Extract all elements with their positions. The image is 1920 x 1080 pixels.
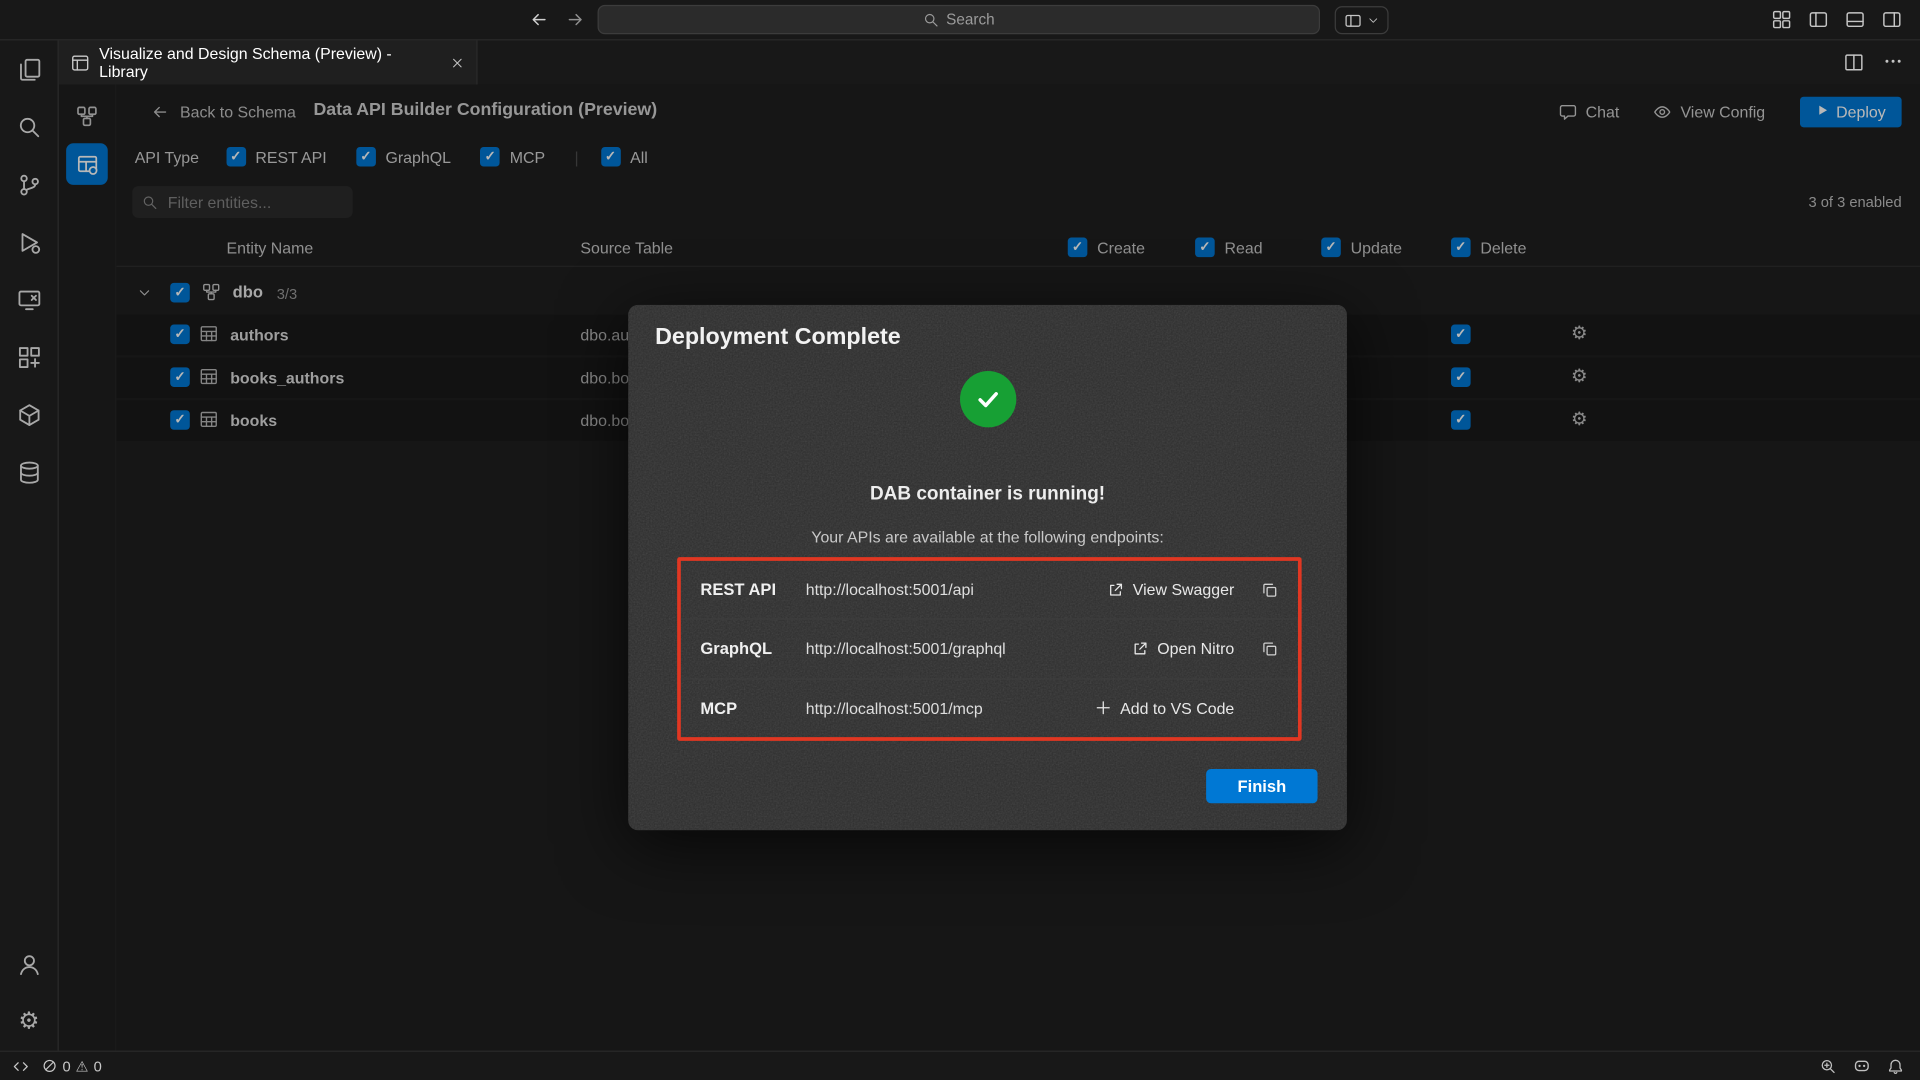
open-nitro-link[interactable]: Open Nitro: [1132, 640, 1235, 658]
copilot-icon[interactable]: [1853, 1057, 1871, 1075]
copy-icon[interactable]: [1261, 640, 1278, 657]
titlebar-dropdown[interactable]: [1335, 6, 1389, 34]
sidebar-item-database-projects[interactable]: [0, 386, 58, 444]
command-center-search[interactable]: Search: [598, 5, 1320, 34]
chevron-down-icon: [1368, 15, 1379, 26]
run-debug-icon: [17, 230, 41, 254]
plus-icon: [1094, 700, 1111, 717]
add-to-vscode-link[interactable]: Add to VS Code: [1094, 699, 1234, 717]
toggle-panel-icon[interactable]: [1845, 10, 1865, 30]
more-actions-icon[interactable]: [1883, 51, 1903, 74]
error-count: 0: [62, 1057, 70, 1074]
sidebar-item-sql-server[interactable]: [0, 443, 58, 501]
forward-arrow-icon[interactable]: [566, 10, 586, 30]
problems-indicator[interactable]: 0 0: [42, 1057, 102, 1074]
endpoints-subtitle: Your APIs are available at the following…: [628, 528, 1347, 546]
endpoint-name: REST API: [700, 581, 805, 599]
endpoint-name: MCP: [700, 699, 805, 717]
monitor-x-icon: [17, 287, 41, 311]
back-arrow-icon[interactable]: [529, 10, 549, 30]
customize-layout-icon[interactable]: [1772, 10, 1792, 30]
sidebar-item-remote-explorer[interactable]: [0, 271, 58, 329]
warning-count: 0: [94, 1057, 102, 1074]
finish-button[interactable]: Finish: [1206, 769, 1317, 803]
dialog-title: Deployment Complete: [655, 324, 901, 351]
zoom-icon[interactable]: [1820, 1057, 1837, 1074]
sidebar-item-source-control[interactable]: [0, 156, 58, 214]
deployment-complete-dialog: Deployment Complete DAB container is run…: [628, 305, 1347, 830]
endpoint-row-mcp: MCP http://localhost:5001/mcp Add to VS …: [681, 678, 1298, 737]
external-link-icon: [1132, 640, 1149, 657]
sidebar-item-extensions[interactable]: [0, 328, 58, 386]
titlebar-right-controls: [1772, 0, 1902, 39]
sidebar-item-run-debug[interactable]: [0, 213, 58, 271]
close-tab-icon[interactable]: [451, 56, 464, 69]
editor-actions: [1844, 40, 1920, 84]
action-label: View Swagger: [1133, 581, 1234, 599]
schema-preview-icon: [71, 53, 89, 71]
editor-tab-bar: Visualize and Design Schema (Preview) - …: [59, 40, 1920, 84]
external-link-icon: [1107, 581, 1124, 598]
endpoints-box: REST API http://localhost:5001/api View …: [677, 557, 1301, 741]
title-bar: Search: [0, 0, 1920, 40]
endpoint-url: http://localhost:5001/graphql: [806, 640, 1132, 658]
split-editor-icon[interactable]: [1844, 53, 1864, 73]
status-heading: DAB container is running!: [628, 484, 1347, 506]
warning-icon: [76, 1057, 89, 1074]
view-swagger-link[interactable]: View Swagger: [1107, 581, 1234, 599]
copy-icon[interactable]: [1261, 581, 1278, 598]
endpoint-url: http://localhost:5001/api: [806, 581, 1107, 599]
sidebar-item-search[interactable]: [0, 98, 58, 156]
remote-indicator-icon[interactable]: [12, 1057, 29, 1074]
tab-visualize-design-schema[interactable]: Visualize and Design Schema (Preview) - …: [59, 40, 478, 84]
history-nav: [529, 0, 585, 39]
activity-bar: [0, 40, 59, 1050]
status-right: [1820, 1057, 1908, 1075]
search-icon: [17, 114, 41, 138]
vscode-window: Search: [0, 0, 1920, 1080]
sidebar-item-settings[interactable]: [0, 993, 58, 1051]
endpoint-name: GraphQL: [700, 640, 805, 658]
account-icon: [17, 952, 41, 976]
endpoint-row-rest: REST API http://localhost:5001/api View …: [681, 561, 1298, 619]
search-placeholder: Search: [946, 11, 995, 28]
toggle-primary-sidebar-icon[interactable]: [1809, 10, 1829, 30]
toggle-secondary-sidebar-icon[interactable]: [1882, 10, 1902, 30]
sidebar-item-accounts[interactable]: [0, 936, 58, 994]
endpoint-url: http://localhost:5001/mcp: [806, 699, 1095, 717]
source-control-icon: [17, 172, 41, 196]
tab-title: Visualize and Design Schema (Preview) - …: [99, 44, 441, 81]
status-bar: 0 0: [0, 1051, 1920, 1080]
endpoint-row-graphql: GraphQL http://localhost:5001/graphql Op…: [681, 619, 1298, 678]
search-icon: [923, 12, 939, 28]
action-label: Open Nitro: [1157, 640, 1234, 658]
sidebar-item-library[interactable]: [0, 40, 58, 98]
success-check-icon: [959, 371, 1015, 427]
cube-icon: [17, 402, 41, 426]
pages-icon: [17, 57, 41, 81]
database-icon: [17, 460, 41, 484]
action-label: Add to VS Code: [1120, 699, 1234, 717]
settings-gear-icon: [18, 1010, 39, 1033]
bell-icon[interactable]: [1887, 1057, 1904, 1074]
status-left: 0 0: [12, 1057, 102, 1074]
error-icon: [42, 1058, 58, 1074]
extensions-icon: [17, 345, 41, 369]
layout-icon: [1344, 12, 1361, 29]
